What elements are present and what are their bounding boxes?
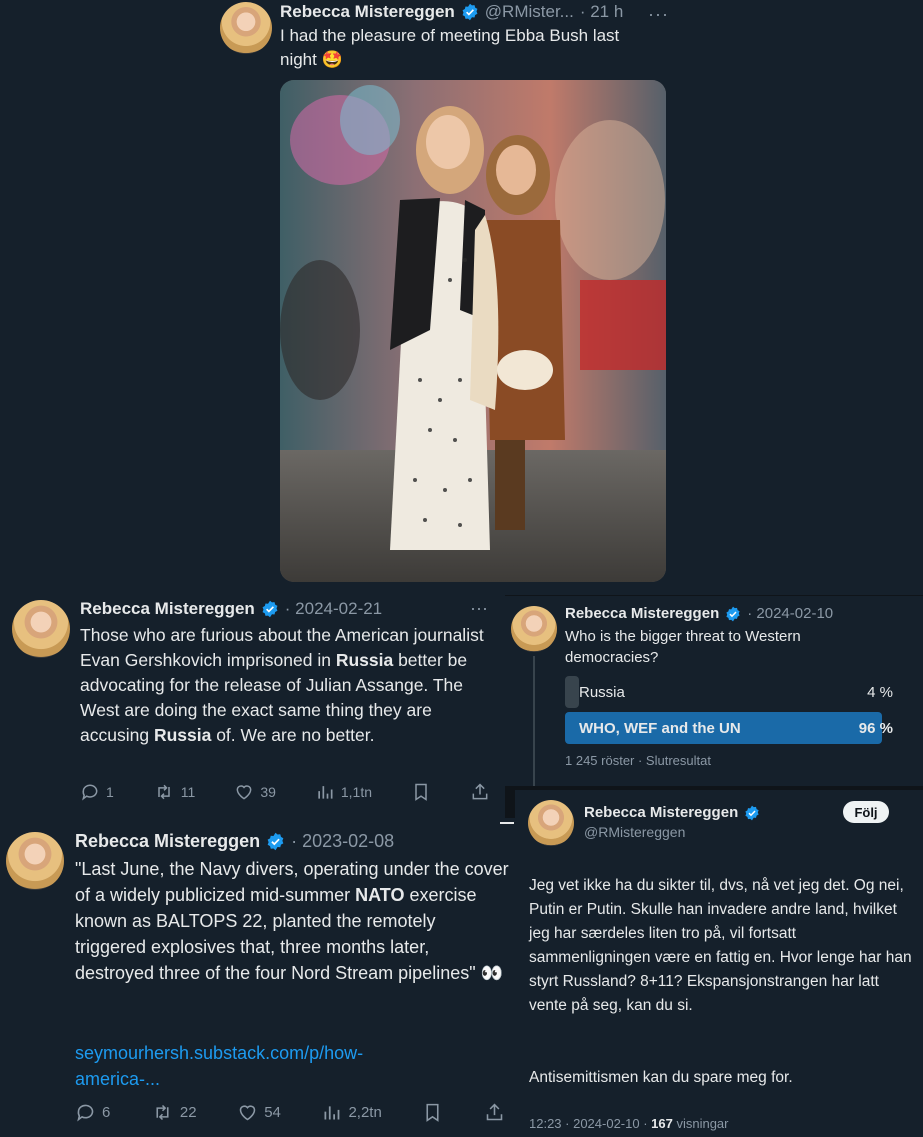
view-count: 2,2tn (348, 1104, 382, 1121)
tweet-time[interactable]: · 21 h (580, 2, 623, 22)
author-name[interactable]: Rebecca Mistereggen (565, 605, 719, 622)
share-button[interactable] (484, 1102, 505, 1123)
verified-badge-icon (462, 3, 478, 21)
views-icon (318, 786, 333, 799)
poll-option-percent: 96 % (858, 720, 893, 737)
poll-option-label: WHO, WEF and the UN (579, 720, 741, 737)
retweet-icon (158, 784, 170, 800)
poll-option-percent: 4 % (867, 684, 893, 701)
text-bold-segment: Russia (153, 725, 212, 745)
poll-option[interactable]: WHO, WEF and the UN 96 % (565, 712, 895, 744)
verified-badge-icon (267, 832, 284, 851)
reply-count: 1 (106, 784, 114, 800)
reply-icon (82, 784, 98, 801)
divider (500, 822, 514, 824)
tweet-date[interactable]: · 2024-02-21 (285, 599, 382, 619)
views-icon (324, 1106, 340, 1120)
view-count: 1,1tn (340, 784, 373, 800)
poll: Russia 4 % WHO, WEF and the UN 96 % (565, 676, 895, 748)
author-handle[interactable]: @RMistereggen (584, 824, 685, 840)
heart-icon (239, 1105, 256, 1121)
avatar[interactable] (528, 800, 574, 846)
poll-option-label: Russia (579, 684, 625, 701)
views-button[interactable]: 2,2tn (321, 1102, 382, 1123)
meta-time[interactable]: 12:23 · 2024-02-10 · (529, 1116, 651, 1131)
tweet-reply-panel: Rebecca Mistereggen @RMistereggen Följ J… (515, 790, 923, 1137)
heart-icon (236, 785, 252, 800)
poll-question: Who is the bigger threat to Western demo… (565, 628, 801, 666)
like-count: 39 (260, 784, 276, 800)
bookmark-icon (426, 1103, 439, 1122)
more-icon[interactable]: ··· (648, 4, 669, 25)
retweet-icon (156, 1104, 169, 1121)
retweet-count: 11 (180, 784, 196, 800)
tweet-date[interactable]: · 2024-02-10 (747, 605, 833, 622)
retweet-count: 22 (179, 1104, 197, 1121)
tweet-poll-panel: Rebecca Mistereggen · 2024-02-10 Who is … (505, 596, 923, 786)
bookmark-icon (415, 783, 427, 801)
share-icon (472, 783, 488, 800)
text-bold-segment: NATO (355, 885, 405, 905)
tweet-photo[interactable] (280, 80, 666, 582)
tweet-assange-panel: Rebecca Mistereggen · 2024-02-21 ··· Tho… (0, 590, 505, 820)
views-button[interactable]: 1,1tn (315, 782, 372, 802)
article-link[interactable]: seymourhersh.substack.com/p/how- america… (75, 1040, 495, 1092)
thread-line (533, 656, 535, 786)
like-button[interactable]: 39 (234, 782, 276, 802)
link-line: seymourhersh.substack.com/p/how- (75, 1043, 364, 1063)
verified-badge-icon (726, 606, 740, 621)
reply-button[interactable]: 1 (80, 782, 114, 802)
share-icon (486, 1103, 503, 1121)
author-name[interactable]: Rebecca Mistereggen (75, 831, 260, 852)
author-handle[interactable]: @RMister... (485, 2, 574, 22)
bookmark-button[interactable] (411, 782, 431, 802)
photo-image (280, 80, 666, 582)
reply-icon (77, 1104, 94, 1122)
avatar[interactable] (12, 600, 70, 658)
share-button[interactable] (470, 782, 490, 802)
avatar[interactable] (220, 2, 272, 54)
avatar[interactable] (6, 832, 64, 890)
text-segment: of. We are no better. (211, 725, 375, 745)
retweet-button[interactable]: 22 (151, 1102, 197, 1123)
tweet-text: Those who are furious about the American… (80, 623, 490, 748)
poll-option[interactable]: Russia 4 % (565, 676, 895, 708)
verified-badge-icon (745, 805, 759, 820)
tweet-date[interactable]: · 2023-02-08 (291, 831, 394, 852)
author-name[interactable]: Rebecca Mistereggen (80, 599, 255, 619)
poll-footer: 1 245 röster · Slutresultat (565, 753, 711, 768)
author-name[interactable]: Rebecca Mistereggen (584, 804, 738, 821)
tweet-text: "Last June, the Navy divers, operating u… (75, 856, 510, 986)
author-name[interactable]: Rebecca Mistereggen (280, 2, 455, 22)
reply-count: 6 (102, 1104, 111, 1121)
text-bold-segment: Russia (335, 650, 394, 670)
more-icon[interactable]: ··· (470, 598, 488, 619)
retweet-button[interactable]: 11 (153, 782, 196, 802)
meta-views: 167 (651, 1116, 673, 1131)
meta-views-label: visningar (672, 1116, 729, 1131)
follow-button[interactable]: Följ (843, 801, 889, 823)
bookmark-button[interactable] (422, 1102, 443, 1123)
link-line: america-... (75, 1069, 161, 1089)
reply-button[interactable]: 6 (75, 1102, 110, 1123)
verified-badge-icon (262, 600, 278, 618)
tweet-meta: 12:23 · 2024-02-10 · 167 visningar (529, 1116, 728, 1131)
reply-text: Jeg vet ikke ha du sikter til, dvs, nå v… (529, 877, 912, 1014)
like-button[interactable]: 54 (237, 1102, 281, 1123)
tweet-nordstream-panel: Rebecca Mistereggen · 2023-02-08 "Last J… (0, 818, 515, 1137)
like-count: 54 (264, 1104, 281, 1121)
reply-text-2: Antisemittismen kan du spare meg for. (529, 1069, 793, 1086)
tweet-photo-panel: Rebecca Mistereggen @RMister... · 21 h ·… (0, 0, 923, 595)
avatar[interactable] (511, 606, 557, 652)
tweet-text: I had the pleasure of meeting Ebba Bush … (280, 26, 620, 69)
poll-bar-russia (565, 676, 579, 708)
